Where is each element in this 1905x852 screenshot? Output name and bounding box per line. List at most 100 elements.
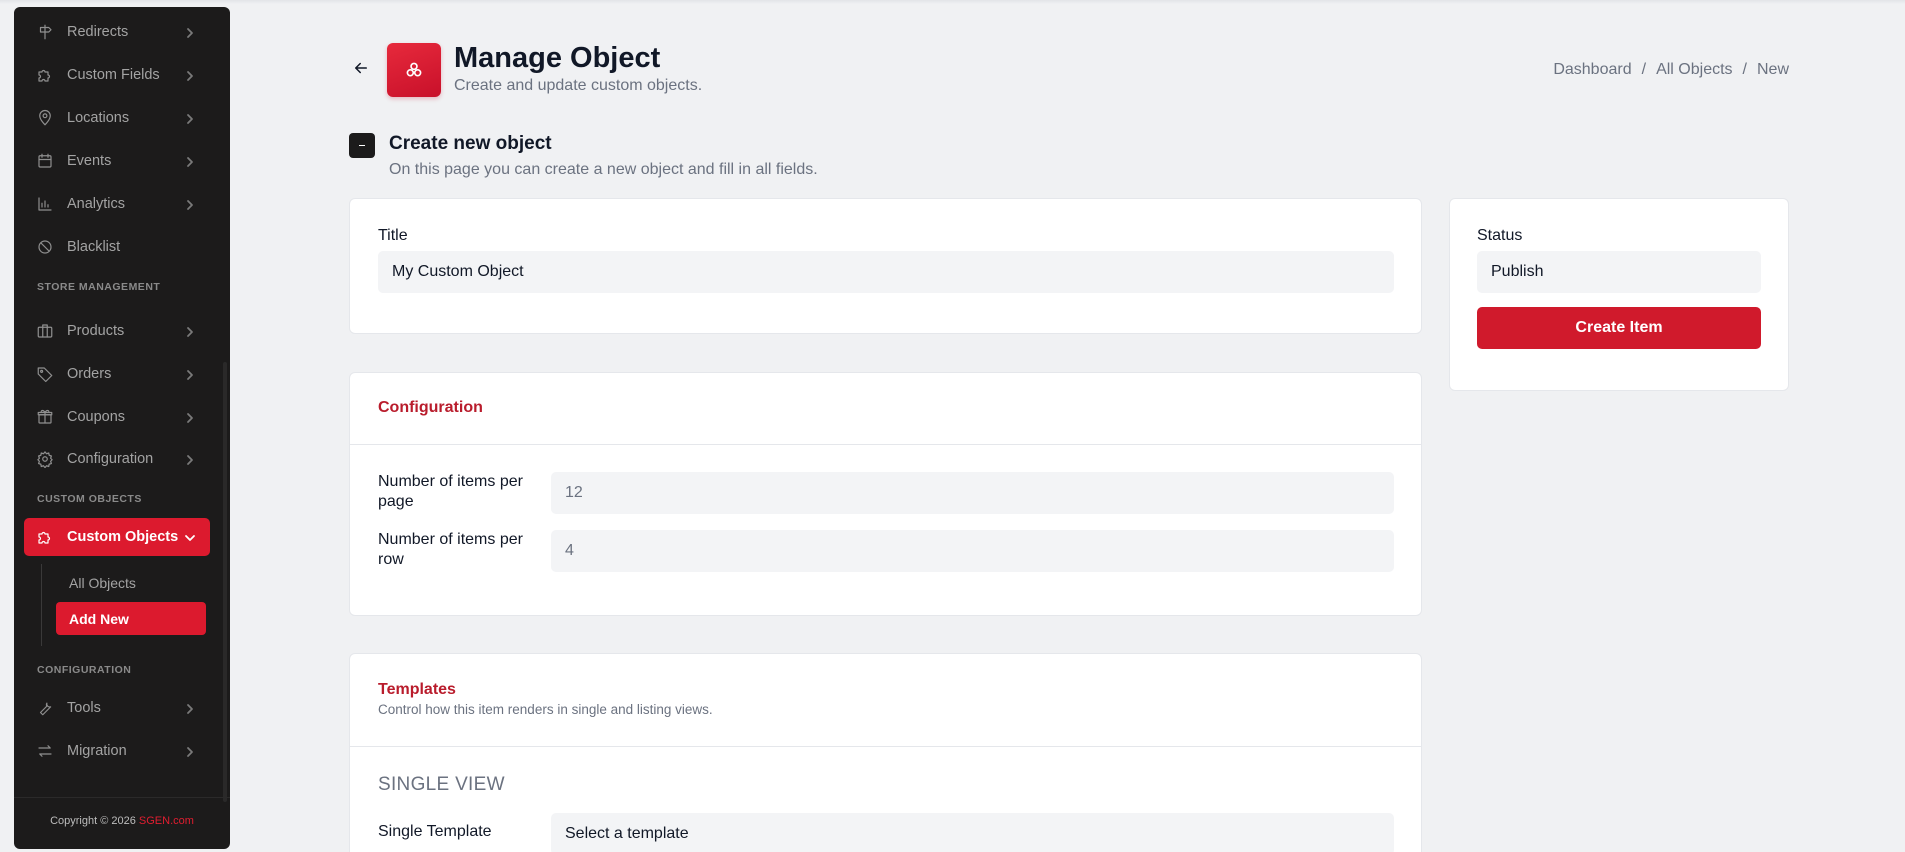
breadcrumb-separator: / xyxy=(1641,61,1647,78)
chevron-down-icon xyxy=(184,531,196,543)
sidebar-item-label: Products xyxy=(67,323,125,339)
sidebar-item-custom-fields[interactable]: Custom Fields xyxy=(24,56,210,94)
signpost-icon xyxy=(36,23,54,41)
card-divider xyxy=(350,444,1421,445)
breadcrumb-all-objects[interactable]: All Objects xyxy=(1656,61,1732,79)
configuration-title: Configuration xyxy=(378,399,483,416)
sidebar: Redirects Custom Fields Locations Events… xyxy=(14,7,230,849)
breadcrumb-dashboard[interactable]: Dashboard xyxy=(1553,61,1631,79)
sidebar-item-redirects[interactable]: Redirects xyxy=(24,13,210,51)
sidebar-item-label: Blacklist xyxy=(67,239,121,255)
top-shadow xyxy=(0,0,1905,4)
items-per-page-input[interactable]: 12 xyxy=(551,472,1394,514)
ban-icon xyxy=(36,238,54,256)
sidebar-item-label: Custom Fields xyxy=(67,67,160,83)
briefcase-icon xyxy=(36,322,54,340)
sidebar-item-label: Migration xyxy=(67,743,127,759)
sidebar-item-analytics[interactable]: Analytics xyxy=(24,185,210,223)
gift-icon xyxy=(36,408,54,426)
copyright: Copyright © 2026 SGEN.com xyxy=(14,815,230,827)
status-label: Status xyxy=(1477,227,1523,244)
title-card: Title My Custom Object xyxy=(349,198,1422,334)
collapse-section-button[interactable] xyxy=(349,133,375,158)
sidebar-scrollbar[interactable] xyxy=(223,362,227,802)
tag-icon xyxy=(36,365,54,383)
chevron-right-icon xyxy=(184,453,196,465)
chevron-right-icon xyxy=(184,155,196,167)
puzzle-icon xyxy=(36,528,54,546)
sidebar-item-events[interactable]: Events xyxy=(24,142,210,180)
calendar-icon xyxy=(36,152,54,170)
bar-chart-icon xyxy=(36,195,54,213)
sidebar-item-label: Custom Objects xyxy=(67,529,179,545)
sidebar-item-coupons[interactable]: Coupons xyxy=(24,398,210,436)
single-view-heading: SINGLE VIEW xyxy=(378,774,505,795)
gear-icon xyxy=(36,450,54,468)
page-icon xyxy=(387,43,441,97)
templates-description: Control how this item renders in single … xyxy=(378,702,713,717)
chevron-right-icon xyxy=(184,198,196,210)
section-label-custom-objects: CUSTOM OBJECTS xyxy=(37,493,142,505)
copyright-text: Copyright © 2026 xyxy=(50,815,136,827)
breadcrumb: Dashboard / All Objects / New xyxy=(1553,61,1789,79)
items-per-row-label-line2: row xyxy=(378,551,404,568)
items-per-row-input[interactable]: 4 xyxy=(551,530,1394,572)
chevron-right-icon xyxy=(184,69,196,81)
sidebar-item-label: Tools xyxy=(67,700,101,716)
sidebar-divider xyxy=(14,797,230,798)
chevron-right-icon xyxy=(184,702,196,714)
sidebar-item-locations[interactable]: Locations xyxy=(24,99,210,137)
single-template-label: Single Template xyxy=(378,823,492,840)
sidebar-item-orders[interactable]: Orders xyxy=(24,355,210,393)
sidebar-subitem-all-objects[interactable]: All Objects xyxy=(56,566,206,599)
items-per-row-label-line1: Number of items per xyxy=(378,531,523,548)
sidebar-item-migration[interactable]: Migration xyxy=(24,732,210,770)
sidebar-subitem-add-new[interactable]: Add New xyxy=(56,602,206,635)
section-label-configuration: CONFIGURATION xyxy=(37,664,132,676)
page-title: Manage Object xyxy=(454,42,661,74)
sidebar-item-tools[interactable]: Tools xyxy=(24,689,210,727)
page-subtitle: Create and update custom objects. xyxy=(454,77,703,94)
card-divider xyxy=(350,746,1421,747)
section-title: Create new object xyxy=(389,133,552,154)
sidebar-item-label: Configuration xyxy=(67,451,154,467)
sidebar-item-products[interactable]: Products xyxy=(24,312,210,350)
breadcrumb-separator: / xyxy=(1742,61,1747,78)
status-card: Status Publish xyxy=(1449,198,1789,391)
sidebar-item-custom-objects[interactable]: Custom Objects xyxy=(24,518,210,556)
status-select[interactable]: Publish xyxy=(1477,251,1761,293)
sidebar-item-blacklist[interactable]: Blacklist xyxy=(24,228,210,266)
sidebar-scroll-area: Redirects Custom Fields Locations Events… xyxy=(14,7,230,797)
configuration-card: Configuration Number of items per page 1… xyxy=(349,372,1422,616)
sidebar-item-label: Events xyxy=(67,153,112,169)
copyright-brand-link[interactable]: SGEN.com xyxy=(139,815,194,827)
sidebar-item-label: Coupons xyxy=(67,409,126,425)
single-template-select[interactable]: Select a template xyxy=(551,813,1394,852)
items-per-page-label-line2: page xyxy=(378,493,414,510)
sidebar-item-label: Analytics xyxy=(67,196,126,212)
title-label: Title xyxy=(378,227,408,244)
title-input[interactable]: My Custom Object xyxy=(378,251,1394,293)
wrench-icon xyxy=(36,699,54,717)
chevron-right-icon xyxy=(184,325,196,337)
templates-title: Templates xyxy=(378,681,456,698)
items-per-page-label: Number of items per page xyxy=(378,472,523,512)
chevron-right-icon xyxy=(184,745,196,757)
back-arrow-icon[interactable] xyxy=(352,59,370,77)
chevron-right-icon xyxy=(184,26,196,38)
arrows-swap-icon xyxy=(36,742,54,760)
breadcrumb-new: New xyxy=(1756,61,1789,78)
sidebar-item-label: Orders xyxy=(67,366,112,382)
objects-icon xyxy=(406,62,422,77)
sidebar-item-configuration[interactable]: Configuration xyxy=(24,440,210,478)
items-per-page-label-line1: Number of items per xyxy=(378,473,523,490)
chevron-right-icon xyxy=(184,368,196,380)
chevron-right-icon xyxy=(184,112,196,124)
chevron-right-icon xyxy=(184,411,196,423)
templates-card: Templates Control how this item renders … xyxy=(349,653,1422,852)
create-item-button[interactable]: Create Item xyxy=(1477,307,1761,349)
items-per-row-label: Number of items per row xyxy=(378,530,523,570)
section-description: On this page you can create a new object… xyxy=(389,161,818,178)
puzzle-icon xyxy=(36,66,54,84)
section-label-store-management: STORE MANAGEMENT xyxy=(37,281,161,293)
